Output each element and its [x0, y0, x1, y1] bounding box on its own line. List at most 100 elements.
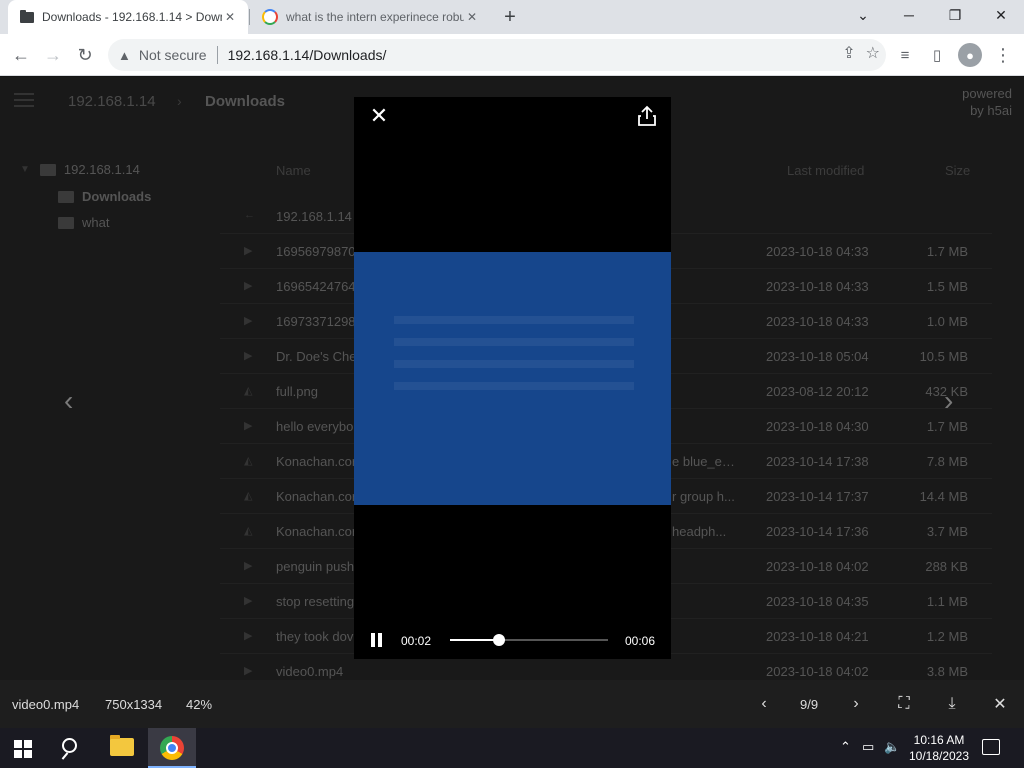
- breadcrumb-separator: ›: [177, 93, 182, 109]
- file-name-tail: e blue_ey...: [672, 454, 738, 469]
- url-text[interactable]: 192.168.1.14/Downloads/: [228, 47, 387, 63]
- file-name: hello everybo: [276, 419, 354, 434]
- file-size: 1.0 MB: [926, 314, 968, 329]
- file-date: 2023-10-18 04:30: [766, 419, 869, 434]
- powered-line-2: by h5ai: [970, 103, 1012, 118]
- next-chevron-icon[interactable]: ›: [844, 692, 868, 716]
- close-icon[interactable]: ✕: [368, 105, 390, 127]
- file-name: 16956979870: [276, 244, 356, 259]
- file-name: 16973371298: [276, 314, 356, 329]
- forward-arrow-icon[interactable]: →: [40, 42, 66, 68]
- breadcrumb-host[interactable]: 192.168.1.14: [68, 93, 156, 110]
- fullscreen-icon[interactable]: ⛶: [892, 692, 916, 716]
- close-tab-icon[interactable]: ✕: [222, 9, 238, 25]
- close-viewer-icon[interactable]: ✕: [988, 692, 1012, 716]
- volume-muted-icon[interactable]: 🔈: [884, 739, 900, 755]
- file-size: 14.4 MB: [919, 489, 968, 504]
- tree-item-root[interactable]: ▼ 192.168.1.14: [20, 162, 140, 177]
- column-header-name[interactable]: Name: [276, 163, 311, 178]
- file-date: 2023-10-18 04:02: [766, 559, 869, 574]
- warning-triangle-icon[interactable]: ▲: [118, 48, 131, 63]
- tab-title: what is the intern experinece robux: [286, 10, 464, 24]
- file-name: Konachan.cor: [276, 524, 357, 539]
- network-icon[interactable]: ▭: [862, 739, 874, 755]
- reload-icon[interactable]: ↻: [72, 42, 98, 68]
- breadcrumb-current[interactable]: Downloads: [205, 93, 285, 110]
- image-file-icon: ◭: [244, 385, 253, 397]
- security-label[interactable]: Not secure: [139, 47, 207, 63]
- file-date: 2023-10-18 04:02: [766, 664, 869, 679]
- close-window-button[interactable]: ✕: [978, 0, 1024, 30]
- file-date: 2023-10-18 04:35: [766, 594, 869, 609]
- previous-chevron-icon[interactable]: ‹: [752, 692, 776, 716]
- file-size: 1.1 MB: [926, 594, 968, 609]
- file-name: full.png: [276, 384, 318, 399]
- share-icon[interactable]: ⇪: [842, 43, 855, 63]
- browser-toolbar: ← → ↻ ▲ Not secure 192.168.1.14/Download…: [0, 34, 1024, 76]
- caret-down-icon[interactable]: ▼: [20, 164, 30, 175]
- file-date: 2023-10-18 04:33: [766, 244, 869, 259]
- search-icon[interactable]: [60, 736, 84, 760]
- bookmark-star-icon[interactable]: ☆: [866, 43, 880, 63]
- tree-item-downloads[interactable]: Downloads: [58, 189, 151, 204]
- share-icon[interactable]: [637, 105, 657, 127]
- file-date: 2023-10-18 04:33: [766, 279, 869, 294]
- video-file-icon: ▶: [244, 560, 253, 572]
- tree-item-what[interactable]: what: [58, 215, 109, 230]
- file-name: video0.mp4: [276, 664, 344, 679]
- address-bar[interactable]: ▲ Not secure 192.168.1.14/Downloads/ ⇪ ☆: [108, 39, 886, 71]
- column-header-size[interactable]: Size: [945, 163, 970, 178]
- viewer-dimensions: 750x1334: [105, 697, 163, 712]
- duration: 00:06: [624, 634, 655, 648]
- file-explorer-icon[interactable]: [110, 735, 134, 756]
- video-file-icon: ▶: [244, 420, 253, 432]
- menu-kebab-icon[interactable]: ⋮: [990, 42, 1016, 68]
- tab-title: Downloads - 192.168.1.14 > Downloads: [42, 10, 222, 24]
- reading-list-icon[interactable]: ≡: [892, 42, 918, 68]
- file-name: Dr. Doe's Che: [276, 349, 357, 364]
- tab-downloads[interactable]: Downloads - 192.168.1.14 > Downloads ✕: [8, 0, 248, 34]
- chrome-icon: [160, 736, 184, 760]
- omnibox-separator: [216, 46, 218, 64]
- file-date: 2023-10-14 17:38: [766, 454, 869, 469]
- tray-chevron-up-icon[interactable]: ⌃: [840, 739, 851, 755]
- tab-search-chevron-icon[interactable]: ⌄: [840, 0, 886, 30]
- video-file-icon: ▶: [244, 245, 253, 257]
- image-file-icon: ◭: [244, 525, 253, 537]
- back-arrow-icon[interactable]: ←: [8, 42, 34, 68]
- file-name-tail: headph...: [672, 524, 727, 539]
- next-arrow-icon[interactable]: ›: [944, 385, 953, 417]
- minimize-button[interactable]: ─: [886, 0, 932, 30]
- powered-by-h5ai[interactable]: powered by h5ai: [962, 85, 1012, 119]
- seek-thumb[interactable]: [492, 634, 505, 646]
- download-icon[interactable]: ⤓: [940, 692, 964, 716]
- file-date: 2023-10-14 17:37: [766, 489, 869, 504]
- taskbar-chrome-button[interactable]: [148, 728, 196, 768]
- close-tab-icon[interactable]: ✕: [464, 9, 480, 25]
- viewer-filename: video0.mp4: [12, 697, 80, 712]
- new-tab-button[interactable]: +: [498, 5, 522, 29]
- notification-icon[interactable]: [982, 739, 1000, 755]
- hamburger-menu-icon[interactable]: [14, 93, 34, 107]
- file-date: 2023-10-18 04:21: [766, 629, 869, 644]
- previous-arrow-icon[interactable]: ‹: [64, 385, 73, 417]
- tab-strip: Downloads - 192.168.1.14 > Downloads ✕ w…: [0, 0, 1024, 34]
- side-panel-icon[interactable]: ▯: [924, 42, 950, 68]
- restore-button[interactable]: ❐: [932, 0, 978, 30]
- file-date: 2023-10-18 05:04: [766, 349, 869, 364]
- windows-start-icon[interactable]: [14, 740, 32, 758]
- file-name: 16965424764: [276, 279, 356, 294]
- video-player[interactable]: ✕ 00:02 00:06: [354, 97, 671, 659]
- file-date: 2023-10-18 04:33: [766, 314, 869, 329]
- video-ghost-content: [394, 310, 634, 390]
- tab-google-search[interactable]: what is the intern experinece robux ✕: [250, 0, 490, 34]
- folder-icon: [20, 9, 34, 23]
- pause-icon[interactable]: [370, 633, 384, 647]
- system-clock[interactable]: 10:16 AM 10/18/2023: [904, 732, 974, 764]
- seek-slider[interactable]: [450, 634, 608, 646]
- column-header-modified[interactable]: Last modified: [787, 163, 864, 178]
- file-name: they took dov: [276, 629, 354, 644]
- profile-avatar-icon[interactable]: ●: [958, 43, 982, 67]
- video-frame[interactable]: [354, 252, 671, 505]
- video-file-icon: ▶: [244, 595, 253, 607]
